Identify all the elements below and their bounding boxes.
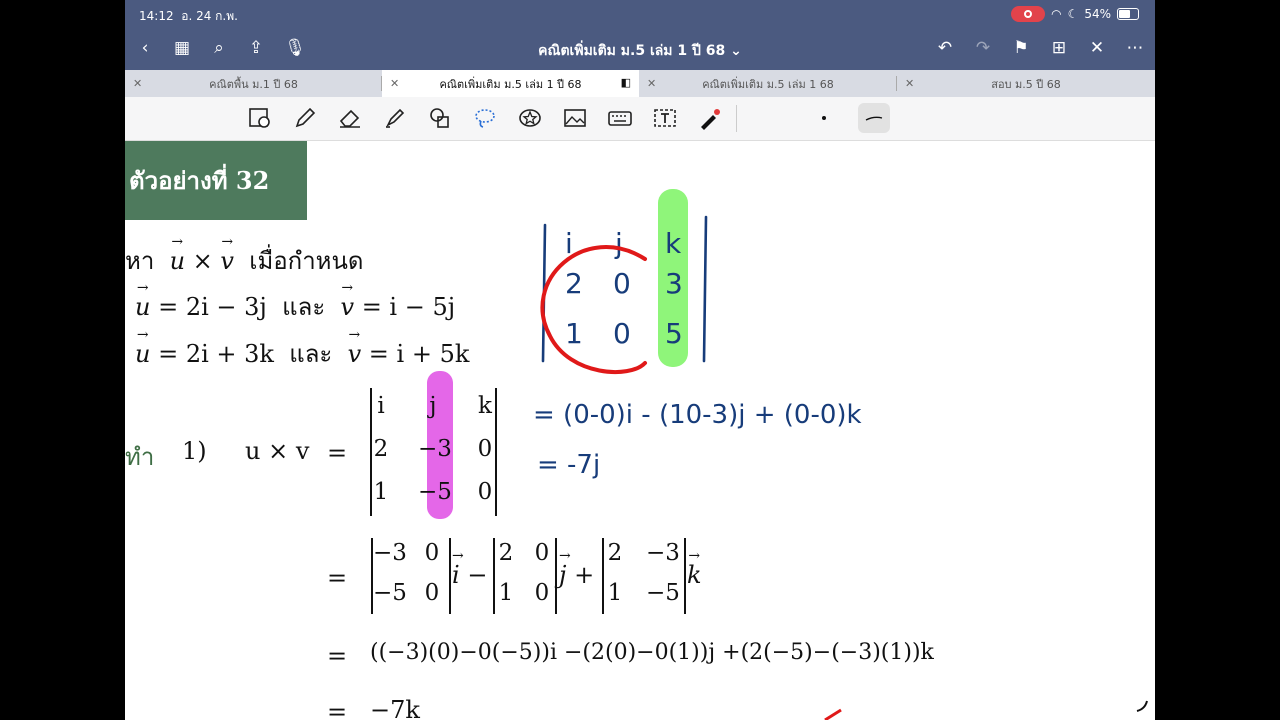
close-icon[interactable]: ✕ [905, 77, 914, 90]
chevron-down-icon[interactable]: ⌄ [730, 43, 742, 59]
eraser-icon[interactable] [338, 106, 362, 130]
note-page[interactable]: ตัวอย่างที่ 32 หา u × v เมื่อกำหนด u = 2… [125, 141, 1155, 720]
highlighter-icon[interactable] [383, 106, 407, 130]
close-icon[interactable]: ✕ [647, 77, 656, 90]
text-icon[interactable] [653, 106, 677, 130]
hand-line-2: = -7j [537, 450, 600, 480]
image-icon[interactable] [563, 106, 587, 130]
svg-text:0: 0 [613, 267, 631, 300]
split-view-icon[interactable]: ◧ [621, 76, 631, 89]
redo-icon[interactable]: ↷ [971, 36, 995, 60]
svg-text:3: 3 [665, 267, 683, 300]
svg-text:2: 2 [565, 267, 583, 300]
dot-size-icon[interactable] [812, 106, 836, 130]
tab-1[interactable]: ✕ คณิตพื้น ม.1 ปี 68 [125, 70, 382, 97]
screen-record-icon[interactable] [1011, 6, 1046, 22]
status-date: อ. 24 ก.พ. [181, 9, 238, 23]
handwriting-layer: i j k 2 0 3 1 0 5 = (0-0)i - (10-3)j + (… [533, 189, 1148, 720]
status-bar: 14:12 อ. 24 ก.พ. ◠ ☾ 54% [125, 0, 1155, 28]
add-page-icon[interactable]: ⊞ [1047, 36, 1071, 60]
more-icon[interactable]: ⋯ [1123, 36, 1147, 60]
nav-bar: ‹ ▦ ⌕ ⇪ 🎙︎ คณิตเพิ่มเติม ม.5 เล่ม 1 ปี 6… [125, 34, 1155, 64]
svg-text:1: 1 [565, 317, 583, 350]
tab-3[interactable]: ✕ คณิตเพิ่มเติม ม.5 เล่ม 1 68 [639, 70, 897, 97]
app-header: 14:12 อ. 24 ก.พ. ◠ ☾ 54% ‹ ▦ ⌕ ⇪ 🎙︎ คณิต… [125, 0, 1155, 70]
status-time: 14:12 [139, 9, 174, 23]
moon-icon: ☾ [1067, 7, 1079, 21]
svg-text:k: k [665, 227, 682, 260]
hand-determinant: i j k 2 0 3 1 0 5 [565, 227, 683, 350]
page-corner-mark [1136, 700, 1148, 712]
svg-text:0: 0 [613, 317, 631, 350]
wifi-icon: ◠ [1051, 7, 1062, 21]
shapes-icon[interactable] [428, 106, 452, 130]
close-edit-icon[interactable]: ✕ [1085, 36, 1109, 60]
bookmark-icon[interactable]: ⚑ [1009, 36, 1033, 60]
tab-4[interactable]: ✕ สอบ ม.5 ปี 68 [897, 70, 1155, 97]
tab-bar: ✕ คณิตพื้น ม.1 ปี 68 ✕ คณิตเพิ่มเติม ม.5 เ… [125, 70, 1155, 98]
ipad-screen: 14:12 อ. 24 ก.พ. ◠ ☾ 54% ‹ ▦ ⌕ ⇪ 🎙︎ คณิต… [125, 0, 1155, 720]
red-mark [824, 708, 842, 720]
zoom-icon[interactable] [248, 106, 272, 130]
red-circle-annotation [540, 245, 647, 374]
keyboard-icon[interactable] [608, 106, 632, 130]
laser-icon[interactable] [698, 106, 722, 130]
undo-icon[interactable]: ↶ [933, 36, 957, 60]
lasso-icon[interactable] [473, 106, 497, 130]
stroke-style-icon[interactable] [858, 103, 890, 133]
hand-line-1: = (0-0)i - (10-3)j + (0-0)k [533, 400, 862, 430]
close-icon[interactable]: ✕ [133, 77, 142, 90]
drawing-toolbar [125, 97, 1155, 141]
pen-icon[interactable] [293, 106, 317, 130]
battery-percent: 54% [1084, 7, 1111, 21]
document-title[interactable]: คณิตเพิ่มเติม ม.5 เล่ม 1 ปี 68 [538, 43, 725, 59]
svg-text:5: 5 [665, 317, 683, 350]
tab-2[interactable]: ✕ คณิตเพิ่มเติม ม.5 เล่ม 1 ปี 68 ◧ [382, 70, 639, 97]
battery-icon [1117, 8, 1139, 20]
svg-text:j: j [614, 227, 623, 260]
close-icon[interactable]: ✕ [390, 77, 399, 90]
sticker-icon[interactable] [518, 106, 542, 130]
